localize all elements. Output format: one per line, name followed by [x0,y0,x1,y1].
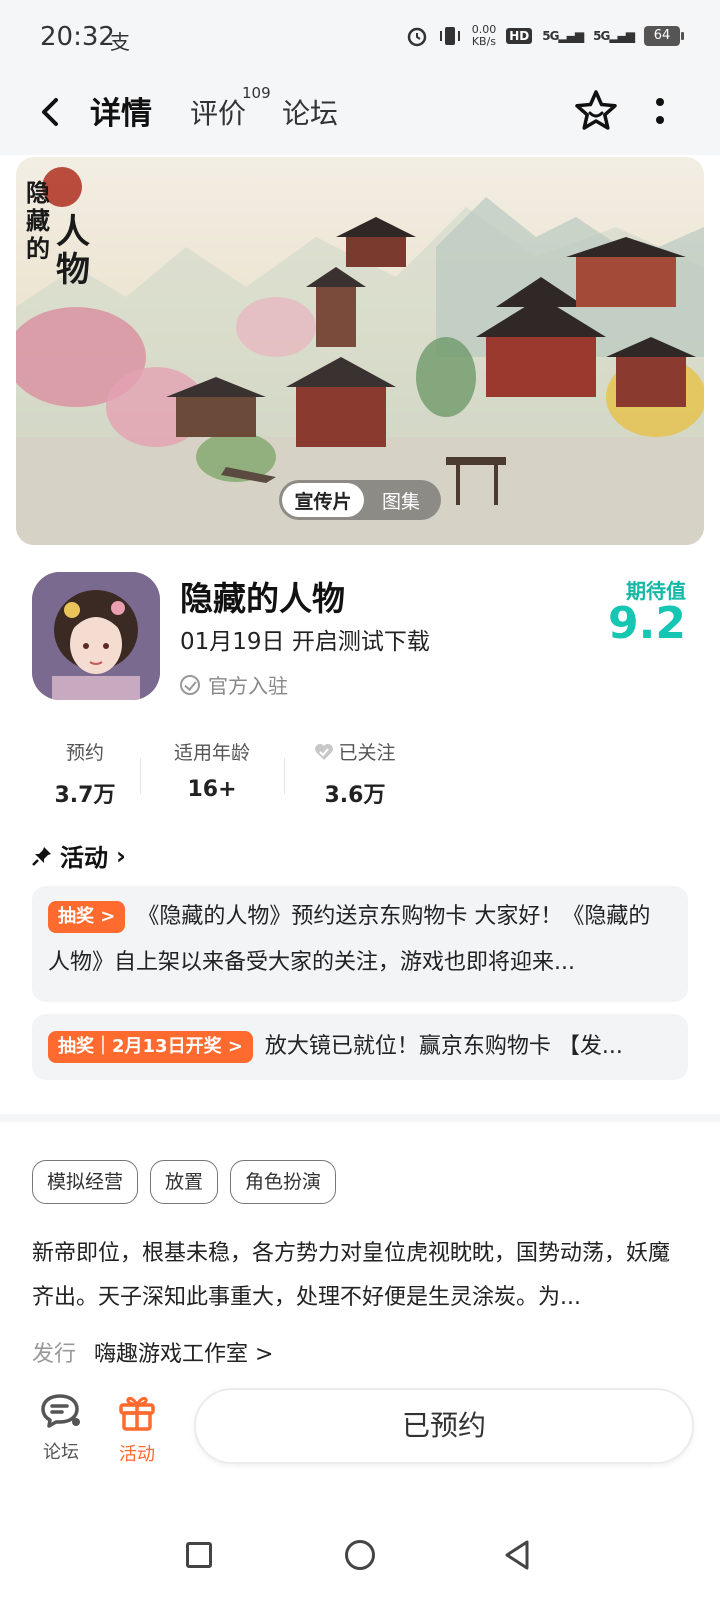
status-time: 20:32 [40,22,115,52]
genre-tags: 模拟经营 放置 角色扮演 [32,1160,337,1204]
activity-card-body: 《隐藏的人物》预约送京东购物卡 大家好！《隐藏的人物》自上架以来备受大家的关注，… [48,904,651,975]
stat-value: 3.6万 [324,783,386,808]
activity-heading: 活动 [60,844,108,872]
battery-icon: 64 [644,26,684,46]
signal-1-label: 5G [542,29,559,43]
genre-tag[interactable]: 角色扮演 [230,1160,337,1204]
hd-icon: HD [506,28,533,44]
stat-followed[interactable]: 已关注 3.6万 [284,738,426,808]
reserved-button[interactable]: 已预约 [194,1388,694,1464]
stat-value: 16+ [187,777,237,802]
system-back-icon[interactable] [502,1538,532,1572]
tab-forum-label: 论坛 [282,97,339,130]
bottom-action-bar: 论坛 活动 已预约 [0,1380,720,1480]
publisher-link[interactable]: 嗨趣游戏工作室 > [94,1336,273,1368]
banner-logo-big-text: 人物 [56,212,90,290]
signal-icon-1: 5G▂▄▆ [542,29,584,43]
stat-label: 适用年龄 [173,742,250,764]
section-divider [0,1114,720,1122]
official-label: 官方入驻 [208,674,288,698]
activity-button[interactable]: 活动 [102,1392,172,1466]
gift-icon [119,1396,155,1431]
chevron-right-icon: › [116,841,126,870]
more-options-icon[interactable] [650,94,670,130]
stats-row: 预约 3.7万 适用年龄 16+ 已关注 3.6万 [30,738,426,808]
net-speed: 0.00 KB/s [472,24,497,48]
home-icon[interactable] [345,1540,375,1570]
tab-details-label: 详情 [90,96,152,132]
status-icons: 0.00 KB/s HD 5G▂▄▆ 5G▂▄▆ 64 [406,24,684,48]
game-icon-art [32,572,160,700]
banner-logo-vertical-text: 隐藏的 [26,178,50,263]
stat-label-text: 已关注 [338,742,396,764]
status-bar: 20:32 支 0.00 KB/s HD 5G▂▄▆ 5G▂▄▆ 64 [0,0,720,70]
stat-value: 3.7万 [54,783,116,808]
tab-forum[interactable]: 论坛 [282,92,338,132]
tab-reviews[interactable]: 评价 [190,92,246,132]
lottery-badge: 抽奖｜2月13日开奖 > [48,1031,253,1063]
activity-section-header[interactable]: 活动 › [32,838,126,873]
activity-button-label: 活动 [119,1444,155,1465]
review-count-badge: 109 [242,84,271,102]
vibrate-icon [439,27,460,45]
alarm-icon [407,27,426,47]
publisher-label: 发行 [32,1342,77,1367]
header: 详情 评价 109 论坛 [0,70,720,155]
more-dot [656,116,664,124]
game-description[interactable]: 新帝即位，根基未稳，各方势力对皇位虎视眈眈，国势动荡，妖魔齐出。天子深知此事重大… [32,1232,688,1320]
forum-button-label: 论坛 [43,1442,79,1463]
genre-tag[interactable]: 放置 [150,1160,219,1204]
media-tab-gallery[interactable]: 图集 [364,483,438,517]
stat-reservations: 预约 3.7万 [30,738,140,808]
tab-reviews-label: 评价 [190,97,247,130]
heart-icon [315,743,334,760]
stat-age-rating: 适用年龄 16+ [140,738,284,808]
verified-check-icon [180,674,200,695]
alipay-icon: 支 [110,30,130,54]
activity-card-body: 放大镜已就位！赢京东购物卡 【发... [264,1034,623,1059]
official-verified: 官方入驻 [180,670,288,699]
stat-label: 预约 [65,742,104,764]
activity-card[interactable]: 抽奖 > 《隐藏的人物》预约送京东购物卡 大家好！《隐藏的人物》自上架以来备受大家… [32,886,688,1002]
lottery-badge: 抽奖 > [48,901,126,933]
favorite-star-icon[interactable] [570,86,622,138]
back-icon[interactable] [36,92,66,132]
activity-card-text: 抽奖｜2月13日开奖 > 放大镜已就位！赢京东购物卡 【发... [48,1028,672,1066]
publisher-row: 发行 嗨趣游戏工作室 > [32,1336,273,1368]
genre-tag[interactable]: 模拟经营 [32,1160,139,1204]
game-title: 隐藏的人物 [180,579,345,618]
net-speed-unit: KB/s [471,35,497,48]
pin-icon [32,846,51,866]
signal-2-label: 5G [593,29,610,43]
recent-apps-icon[interactable] [186,1542,212,1568]
media-switch: 宣传片 图集 [279,480,441,520]
media-tab-trailer[interactable]: 宣传片 [282,483,364,517]
activity-card[interactable]: 抽奖｜2月13日开奖 > 放大镜已就位！赢京东购物卡 【发... [32,1014,688,1080]
more-dot [656,98,664,106]
signal-icon-2: 5G▂▄▆ [593,29,635,43]
expect-score-value: 9.2 [608,598,686,649]
tab-details[interactable]: 详情 [86,88,154,139]
activity-card-text: 抽奖 > 《隐藏的人物》预约送京东购物卡 大家好！《隐藏的人物》自上架以来备受大家… [48,894,672,986]
stat-label-followed: 已关注 [284,738,426,765]
game-release-info: 01月19日 开启测试下载 [180,629,430,655]
game-icon [32,572,160,700]
forum-chat-icon [41,1394,80,1428]
system-navigation-bar [0,1500,720,1600]
forum-button[interactable]: 论坛 [26,1392,96,1464]
banner-media[interactable]: 隐藏的 人物 宣传片 图集 [16,157,704,545]
